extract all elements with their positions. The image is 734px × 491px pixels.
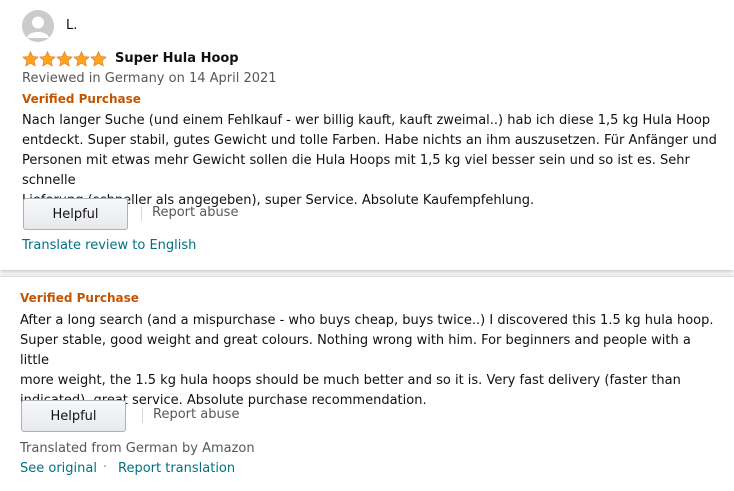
review-title[interactable]: Super Hula Hoop <box>115 51 239 66</box>
star-icon <box>73 51 90 67</box>
person-silhouette-icon <box>22 10 54 42</box>
review-body-line: Super stable, good weight and great colo… <box>20 333 691 368</box>
see-original-link[interactable]: See original <box>20 461 97 476</box>
review-body-line: more weight, the 1.5 kg hula hoops shoul… <box>20 373 681 388</box>
review-body-line: entdeckt. Super stabil, gutes Gewicht un… <box>22 133 717 148</box>
helpful-button[interactable]: Helpful <box>21 400 126 432</box>
star-icon <box>22 51 39 67</box>
link-separator: · <box>103 460 108 475</box>
reviewer-name[interactable]: L. <box>66 18 77 33</box>
divider <box>142 408 143 423</box>
review-body-translated: After a long search (and a mispurchase -… <box>20 311 720 411</box>
translated-from-note: Translated from German by Amazon <box>20 441 255 456</box>
star-icon <box>56 51 73 67</box>
review-date: Reviewed in Germany on 14 April 2021 <box>22 71 277 86</box>
report-abuse-link[interactable]: Report abuse <box>153 407 239 422</box>
avatar <box>22 10 54 42</box>
review-body-line: Personen mit etwas mehr Gewicht sollen d… <box>22 153 690 188</box>
translate-review-link[interactable]: Translate review to English <box>22 238 196 253</box>
review-body: Nach langer Suche (und einem Fehlkauf - … <box>22 111 722 211</box>
star-icon <box>90 51 107 67</box>
divider <box>141 206 142 221</box>
verified-purchase-badge: Verified Purchase <box>22 92 141 106</box>
report-abuse-link[interactable]: Report abuse <box>152 205 238 220</box>
review-card-original: L. Super Hula Hoop Reviewed in Germany o… <box>0 0 734 270</box>
review-body-line: After a long search (and a mispurchase -… <box>20 313 714 328</box>
star-icon <box>39 51 56 67</box>
review-card-translated: Verified Purchase After a long search (a… <box>0 276 734 491</box>
review-body-line: Nach langer Suche (und einem Fehlkauf - … <box>22 113 711 128</box>
helpful-button[interactable]: Helpful <box>23 198 128 230</box>
star-rating[interactable] <box>22 51 107 67</box>
report-translation-link[interactable]: Report translation <box>118 461 235 476</box>
verified-purchase-badge: Verified Purchase <box>20 291 139 305</box>
